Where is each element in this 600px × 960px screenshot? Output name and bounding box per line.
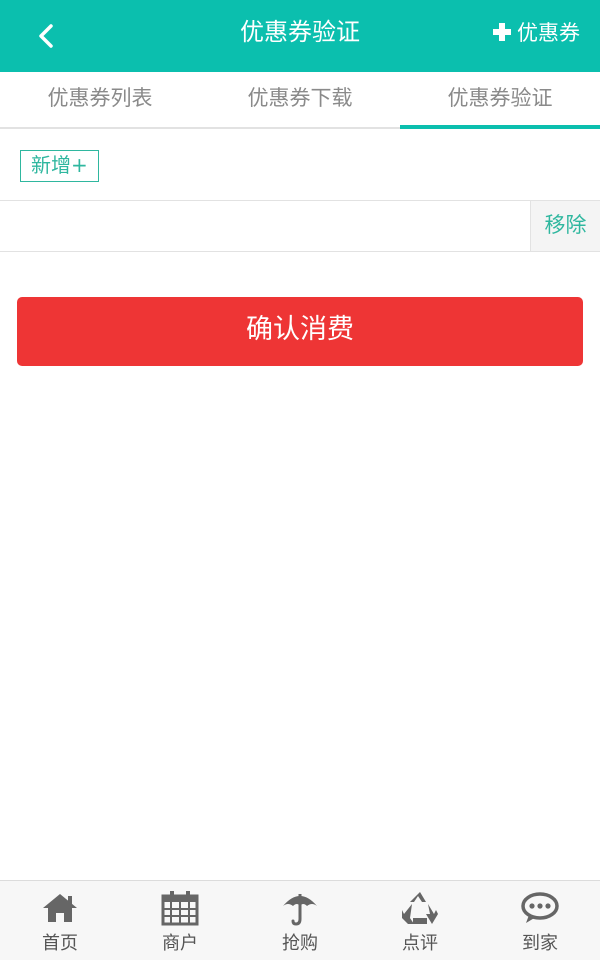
nav-label-review: 点评 xyxy=(402,933,438,954)
nav-item-merchant[interactable]: 商户 xyxy=(120,881,240,960)
confirm-consume-button[interactable]: 确认消费 xyxy=(17,297,583,366)
home-icon xyxy=(40,889,80,927)
add-coupon-label: 优惠券 xyxy=(517,21,580,45)
nav-item-review[interactable]: 点评 xyxy=(360,881,480,960)
chat-bubble-icon xyxy=(520,889,560,927)
nav-item-delivery[interactable]: 到家 xyxy=(480,881,600,960)
add-code-button[interactable]: 新增+ xyxy=(20,150,99,182)
app-root: 优惠券验证 优惠券 优惠券列表 优惠券下载 优惠券验证 新增+ 移除 确认消费 … xyxy=(0,0,600,960)
add-coupon-button[interactable]: 优惠券 xyxy=(493,0,580,64)
tab-coupon-list[interactable]: 优惠券列表 xyxy=(0,72,200,127)
top-bar: 优惠券验证 优惠券 xyxy=(0,0,600,72)
nav-item-flash-sale[interactable]: 抢购 xyxy=(240,881,360,960)
code-input-row: 移除 xyxy=(0,200,600,252)
nav-label-home: 首页 xyxy=(42,933,78,954)
calendar-icon xyxy=(160,889,200,927)
plus-icon xyxy=(493,23,511,41)
coupon-code-input[interactable] xyxy=(0,201,530,251)
remove-button[interactable]: 移除 xyxy=(530,201,600,251)
tab-coupon-verify[interactable]: 优惠券验证 xyxy=(400,72,600,129)
nav-label-merchant: 商户 xyxy=(162,933,198,954)
tab-coupon-download[interactable]: 优惠券下载 xyxy=(200,72,400,127)
tab-bar: 优惠券列表 优惠券下载 优惠券验证 xyxy=(0,72,600,129)
nav-label-flash-sale: 抢购 xyxy=(282,933,318,954)
bottom-nav: 首页 商户 抢购 点评 到家 xyxy=(0,880,600,960)
nav-label-delivery: 到家 xyxy=(522,933,558,954)
recycle-icon xyxy=(400,889,440,927)
nav-item-home[interactable]: 首页 xyxy=(0,881,120,960)
umbrella-icon xyxy=(280,889,320,927)
